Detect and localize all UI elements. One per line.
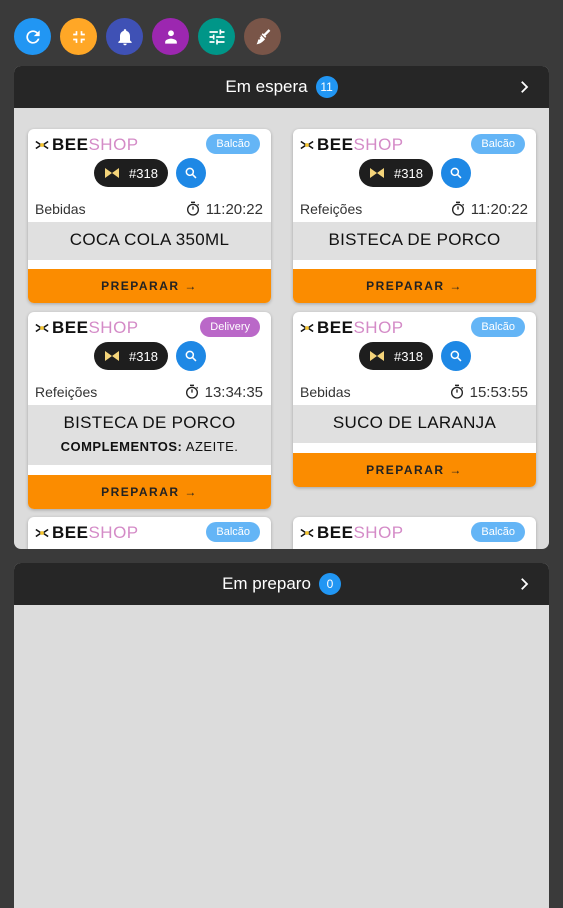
bee-logo-icon [300, 140, 314, 150]
order-time: 15:53:55 [469, 383, 528, 401]
bee-logo-icon [300, 323, 314, 333]
order-number-pill: #318 [94, 342, 168, 370]
stopwatch-icon [186, 201, 199, 216]
search-icon [450, 167, 462, 179]
user-badge-icon [164, 29, 177, 44]
bee-logo-icon [370, 351, 385, 361]
product-name: BISTECA DE PORCO [63, 413, 236, 432]
user-button[interactable] [152, 18, 189, 55]
bee-logo-icon [105, 351, 120, 361]
preparing-count-badge: 0 [318, 573, 341, 595]
product-name: COCA COLA 350ML [69, 230, 230, 249]
product-box: COCA COLA 350ML [28, 222, 271, 260]
bee-logo-icon [300, 528, 314, 538]
complements-value: AZEITE. [185, 439, 239, 454]
category-label: Bebidas [300, 384, 351, 400]
product-name: SUCO DE LARANJA [332, 413, 497, 432]
broom-icon [256, 28, 270, 44]
product-box: BISTECA DE PORCO [293, 222, 536, 260]
waiting-panel: Em espera 11 BEE SHOP Balcão #318 Bebidas… [14, 66, 549, 549]
search-icon [185, 350, 197, 362]
prepare-button[interactable]: PREPARAR → [28, 475, 271, 509]
product-box: SUCO DE LARANJA [293, 405, 536, 443]
order-card: BEE SHOP Delivery #318 Refeições 13:34:35… [28, 312, 271, 509]
status-badge: Balcão [471, 522, 525, 542]
tune-icon [209, 29, 224, 44]
beeshop-logo: BEE SHOP [35, 523, 139, 543]
order-number: #318 [394, 348, 423, 364]
order-time: 11:20:22 [205, 200, 263, 218]
bee-logo-icon [370, 168, 385, 178]
filters-button[interactable] [198, 18, 235, 55]
prepare-button[interactable]: PREPARAR → [293, 269, 536, 303]
order-number: #318 [129, 348, 158, 364]
beeshop-logo: BEE SHOP [35, 135, 139, 155]
fullscreen-exit-icon [72, 30, 85, 43]
refresh-button[interactable] [14, 18, 51, 55]
bee-logo-icon [105, 168, 120, 178]
order-number: #318 [129, 165, 158, 181]
search-button[interactable] [176, 158, 206, 188]
status-badge: Balcão [471, 134, 525, 154]
waiting-panel-header[interactable]: Em espera 11 [14, 66, 549, 108]
bee-logo-icon [35, 323, 49, 333]
bee-logo-icon [35, 528, 49, 538]
fullscreen-exit-button[interactable] [60, 18, 97, 55]
chevron-right-icon[interactable] [515, 78, 533, 96]
stopwatch-icon [185, 384, 198, 399]
beeshop-logo: BEE SHOP [300, 318, 404, 338]
order-number-pill: #318 [94, 159, 168, 187]
complements-label: COMPLEMENTOS: [60, 439, 183, 454]
order-time: 13:34:35 [204, 383, 263, 401]
status-badge: Balcão [206, 522, 260, 542]
category-label: Bebidas [35, 201, 86, 217]
notifications-button[interactable] [106, 18, 143, 55]
order-card: BEE SHOP Balcão #318 Refeições 11:20:22 B… [293, 129, 536, 303]
beeshop-logo: BEE SHOP [300, 523, 404, 543]
order-card: BEE SHOP Balcão #318 Bebidas 11:20:22 COC… [28, 129, 271, 303]
search-button[interactable] [441, 341, 471, 371]
preparing-panel: Em preparo 0 [14, 563, 549, 908]
product-name: BISTECA DE PORCO [328, 230, 501, 249]
bell-icon [117, 28, 132, 45]
search-button[interactable] [441, 158, 471, 188]
order-number: #318 [394, 165, 423, 181]
product-box: BISTECA DE PORCO COMPLEMENTOS: AZEITE. [28, 405, 271, 465]
status-badge: Delivery [200, 317, 260, 337]
status-badge: Balcão [471, 317, 525, 337]
preparing-panel-header[interactable]: Em preparo 0 [14, 563, 549, 605]
preparing-title: Em preparo [222, 574, 311, 593]
order-number-pill: #318 [359, 159, 433, 187]
waiting-title: Em espera [225, 77, 308, 96]
waiting-count-badge: 11 [315, 76, 338, 98]
order-card: BEE SHOP Balcão [28, 517, 271, 549]
search-icon [185, 167, 197, 179]
stopwatch-icon [451, 201, 464, 216]
product-complements: COMPLEMENTOS: AZEITE. [28, 433, 271, 454]
clean-button[interactable] [244, 18, 281, 55]
category-label: Refeições [300, 201, 363, 217]
order-number-pill: #318 [359, 342, 433, 370]
stopwatch-icon [450, 384, 463, 399]
order-card: BEE SHOP Balcão #318 Bebidas 15:53:55 SUC… [293, 312, 536, 487]
search-button[interactable] [176, 341, 206, 371]
beeshop-logo: BEE SHOP [300, 135, 404, 155]
chevron-right-icon[interactable] [515, 575, 533, 593]
refresh-icon [25, 29, 40, 44]
order-card: BEE SHOP Balcão [293, 517, 536, 549]
top-toolbar [14, 18, 281, 55]
bee-logo-icon [35, 140, 49, 150]
category-label: Refeições [35, 384, 98, 400]
beeshop-logo: BEE SHOP [35, 318, 139, 338]
order-time: 11:20:22 [470, 200, 528, 218]
prepare-button[interactable]: PREPARAR → [293, 453, 536, 487]
prepare-button[interactable]: PREPARAR → [28, 269, 271, 303]
status-badge: Balcão [206, 134, 260, 154]
search-icon [450, 350, 462, 362]
